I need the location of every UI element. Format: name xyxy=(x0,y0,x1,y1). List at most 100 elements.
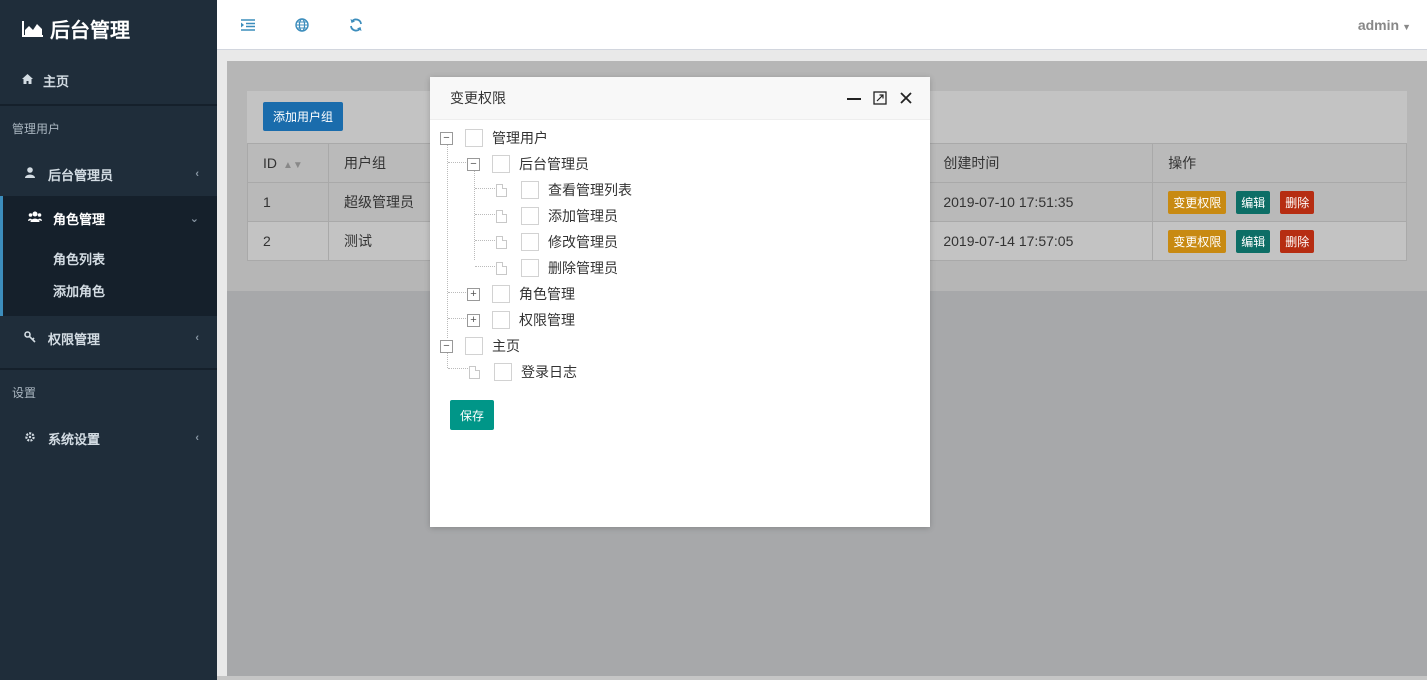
tree-node-label: 修改管理员 xyxy=(548,234,618,250)
page-bottom-edge xyxy=(217,676,1427,680)
sidebar-item-label: 后台管理员 xyxy=(48,167,114,183)
user-menu[interactable]: admin ▼ xyxy=(1358,17,1411,33)
delete-button[interactable]: 删除 xyxy=(1280,190,1315,214)
top-navbar: admin ▼ xyxy=(217,0,1427,50)
tree-node-label: 后台管理员 xyxy=(519,156,589,172)
chevron-left-icon: ‹ xyxy=(195,332,199,344)
cell-id: 1 xyxy=(247,182,329,222)
minimize-icon[interactable] xyxy=(841,85,867,111)
edit-button[interactable]: 编辑 xyxy=(1236,190,1271,214)
file-icon xyxy=(496,235,507,249)
key-icon xyxy=(22,330,38,346)
tree-node-edit-admin[interactable]: 修改管理员 xyxy=(430,229,930,255)
permission-tree: − 管理用户 − 后台管理员 查看管理列表 添加管理员 修改管理员 删除管理员 … xyxy=(430,120,930,385)
globe-icon[interactable] xyxy=(288,11,316,39)
tree-node-label: 查看管理列表 xyxy=(548,182,632,198)
home-icon xyxy=(22,73,33,87)
checkbox[interactable] xyxy=(465,337,483,355)
tree-node-label: 管理用户 xyxy=(492,130,548,146)
users-icon xyxy=(27,211,43,225)
sidebar-item-permissions[interactable]: 权限管理 ‹ xyxy=(0,316,217,360)
file-icon xyxy=(496,209,507,223)
tree-node-add-admin[interactable]: 添加管理员 xyxy=(430,203,930,229)
chevron-left-icon: ‹ xyxy=(195,168,199,180)
cell-actions: 变更权限 编辑 删除 xyxy=(1152,221,1407,261)
cell-id: 2 xyxy=(247,221,329,261)
sidebar-item-home[interactable]: 主页 xyxy=(0,56,217,106)
dialog-header: 变更权限 xyxy=(430,77,930,120)
menu-toggle-icon[interactable] xyxy=(234,11,262,39)
checkbox[interactable] xyxy=(521,207,539,225)
sidebar-item-admins[interactable]: 后台管理员 ‹ xyxy=(0,152,217,196)
sort-icon[interactable]: ▲▼ xyxy=(283,160,303,171)
tree-node-delete-admin[interactable]: 删除管理员 xyxy=(430,255,930,281)
collapse-icon[interactable]: − xyxy=(440,131,453,145)
sidebar-item-label: 系统设置 xyxy=(48,431,101,447)
cell-actions: 变更权限 编辑 删除 xyxy=(1152,182,1407,222)
brand[interactable]: 后台管理 xyxy=(0,0,217,56)
column-header-created: 创建时间 xyxy=(927,143,1154,183)
expand-icon[interactable]: + xyxy=(467,287,480,301)
refresh-icon[interactable] xyxy=(342,11,370,39)
sidebar-section-settings: 设置 xyxy=(12,386,37,400)
maximize-icon[interactable] xyxy=(867,85,893,111)
sidebar-home-label: 主页 xyxy=(43,73,70,89)
user-icon xyxy=(22,167,38,181)
tree-node-permissions[interactable]: + 权限管理 xyxy=(430,307,930,333)
sidebar-item-roles[interactable]: 角色管理 ⌄ xyxy=(0,196,217,240)
collapse-icon[interactable]: − xyxy=(467,157,480,171)
column-header-actions: 操作 xyxy=(1152,143,1407,183)
tree-node-label: 角色管理 xyxy=(519,286,575,302)
cell-created: 2019-07-10 17:51:35 xyxy=(927,182,1154,222)
tree-node-home[interactable]: − 主页 xyxy=(430,333,930,359)
tree-node-label: 主页 xyxy=(492,338,520,354)
file-icon xyxy=(469,365,480,379)
username: admin xyxy=(1357,17,1400,33)
brand-title: 后台管理 xyxy=(50,19,130,42)
tree-node-view-admin-list[interactable]: 查看管理列表 xyxy=(430,177,930,203)
change-permission-button[interactable]: 变更权限 xyxy=(1168,190,1227,214)
gear-icon xyxy=(22,431,38,446)
caret-down-icon: ▼ xyxy=(1402,22,1411,32)
tree-node-label: 登录日志 xyxy=(521,364,577,380)
column-header-id[interactable]: ID ▲▼ xyxy=(247,143,329,183)
tree-node-label: 权限管理 xyxy=(519,312,575,328)
sidebar-subitem-add-role[interactable]: 添加角色 xyxy=(3,276,217,308)
checkbox[interactable] xyxy=(521,233,539,251)
checkbox[interactable] xyxy=(492,311,510,329)
sidebar-item-label: 权限管理 xyxy=(48,331,101,347)
dialog-title: 变更权限 xyxy=(450,90,506,106)
checkbox[interactable] xyxy=(492,285,510,303)
change-permission-dialog: 变更权限 − 管理用户 − 后台管理员 查看管理列表 添加管理员 修改管理员 删… xyxy=(430,77,930,527)
change-permission-button[interactable]: 变更权限 xyxy=(1168,229,1227,253)
expand-icon[interactable]: + xyxy=(467,313,480,327)
checkbox[interactable] xyxy=(492,155,510,173)
collapse-icon[interactable]: − xyxy=(440,339,453,353)
close-icon[interactable] xyxy=(893,85,919,111)
checkbox[interactable] xyxy=(521,259,539,277)
sidebar-subitem-role-list[interactable]: 角色列表 xyxy=(3,244,217,276)
cell-created: 2019-07-14 17:57:05 xyxy=(927,221,1154,261)
sidebar-item-label: 角色管理 xyxy=(53,211,106,227)
roles-submenu: 角色列表 添加角色 xyxy=(0,240,217,316)
tree-node-login-log[interactable]: 登录日志 xyxy=(430,359,930,385)
chevron-left-icon: ‹ xyxy=(195,432,199,444)
tree-node-label: 删除管理员 xyxy=(548,260,618,276)
checkbox[interactable] xyxy=(494,363,512,381)
delete-button[interactable]: 删除 xyxy=(1280,229,1315,253)
checkbox[interactable] xyxy=(465,129,483,147)
tree-node-admins[interactable]: − 后台管理员 xyxy=(430,151,930,177)
file-icon xyxy=(496,183,507,197)
sidebar: 后台管理 主页 管理用户 后台管理员 ‹ 角色管理 ⌄ 角色列表 添加角色 权限… xyxy=(0,0,217,680)
chart-area-icon xyxy=(22,20,44,37)
file-icon xyxy=(496,261,507,275)
checkbox[interactable] xyxy=(521,181,539,199)
add-user-group-button[interactable]: 添加用户组 xyxy=(263,102,343,131)
save-button[interactable]: 保存 xyxy=(450,400,494,430)
tree-node-manage-users[interactable]: − 管理用户 xyxy=(430,125,930,151)
sidebar-section-users: 管理用户 xyxy=(12,122,61,136)
edit-button[interactable]: 编辑 xyxy=(1236,229,1271,253)
sidebar-item-system-settings[interactable]: 系统设置 ‹ xyxy=(0,416,217,460)
tree-node-label: 添加管理员 xyxy=(548,208,618,224)
tree-node-roles[interactable]: + 角色管理 xyxy=(430,281,930,307)
